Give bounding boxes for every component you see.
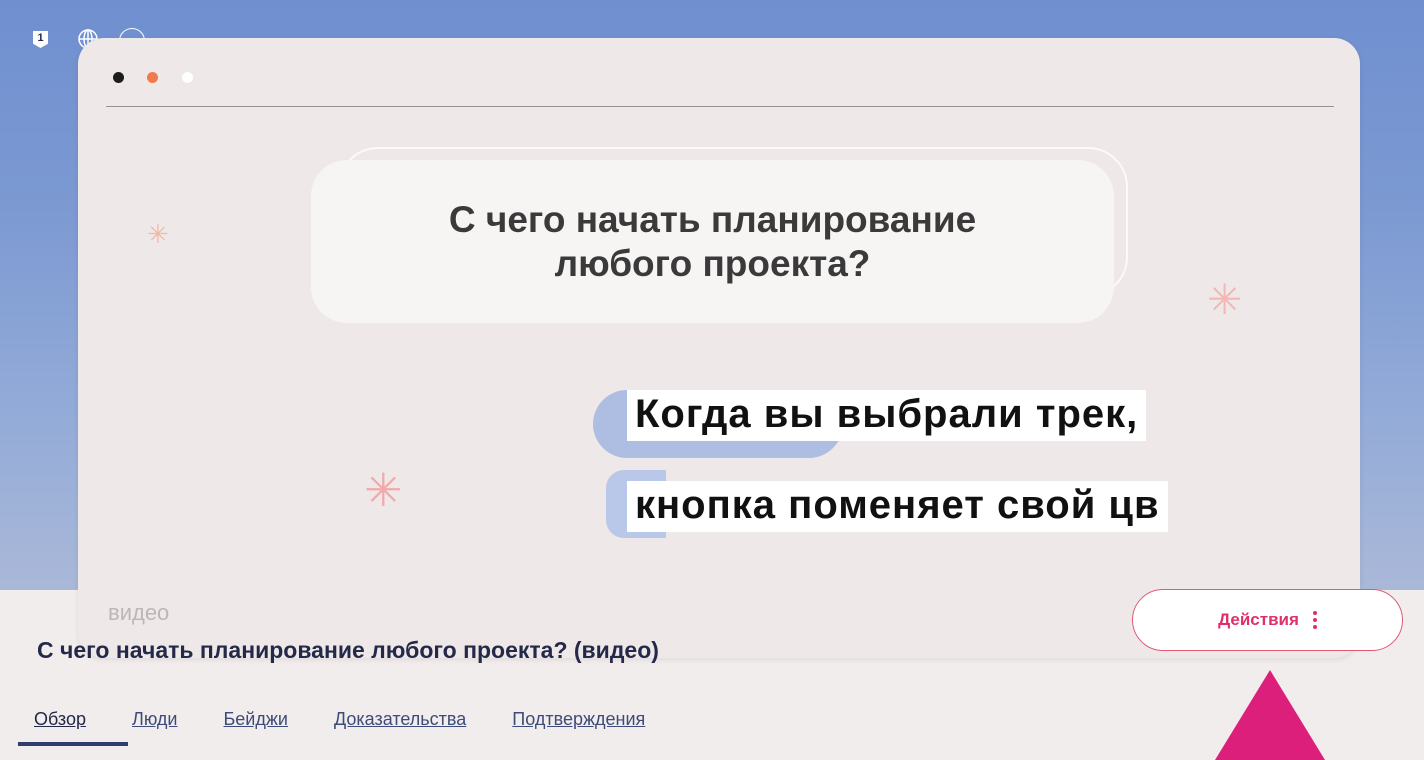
- active-tab-indicator: [18, 742, 128, 746]
- window-dot-white: [182, 72, 193, 83]
- overlay-caption-line-2: кнопка поменяет свой цв: [627, 481, 1168, 532]
- sparkle-icon: ✳: [364, 464, 403, 516]
- kebab-menu-icon: [1312, 611, 1317, 629]
- speech-bubble: С чего начать планирование любого проект…: [311, 160, 1114, 323]
- overlay-caption-line-1: Когда вы выбрали трек,: [627, 390, 1147, 441]
- tab-badges[interactable]: Бейджи: [223, 709, 287, 730]
- tab-people[interactable]: Люди: [132, 709, 177, 730]
- tab-evidence[interactable]: Доказательства: [334, 709, 466, 730]
- video-preview-card[interactable]: [78, 38, 1360, 658]
- sparkle-icon: ✳: [147, 219, 169, 249]
- tab-overview[interactable]: Обзор: [34, 709, 86, 730]
- tab-bar: Обзор Люди Бейджи Доказательства Подтвер…: [34, 709, 691, 730]
- actions-button[interactable]: Действия: [1132, 589, 1403, 651]
- actions-label: Действия: [1218, 610, 1299, 629]
- window-dot-black: [113, 72, 124, 83]
- sparkle-icon: ✳: [1207, 276, 1243, 323]
- window-divider: [106, 106, 1334, 107]
- pointer-arrow-icon: [1215, 670, 1325, 760]
- bubble-line-2: любого проекта?: [554, 242, 871, 284]
- page-title: С чего начать планирование любого проект…: [37, 637, 659, 663]
- tab-confirmations[interactable]: Подтверждения: [512, 709, 645, 730]
- bubble-line-1: С чего начать планирование: [448, 198, 977, 240]
- window-dot-orange: [147, 72, 158, 83]
- video-label: видео: [108, 600, 170, 625]
